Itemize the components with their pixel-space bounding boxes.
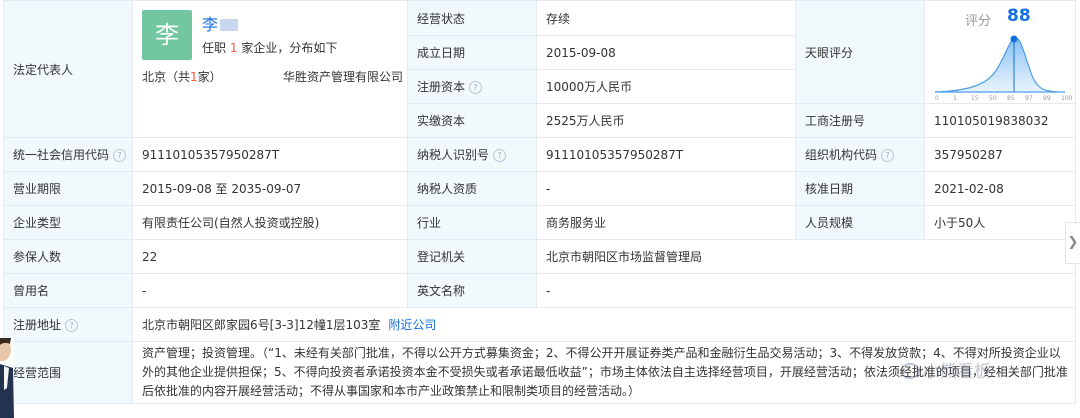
term-label: 营业期限 [3, 171, 133, 206]
org-code-label: 组织机构代码? [795, 137, 925, 172]
legal-rep-avatar[interactable]: 李 [142, 9, 192, 60]
avatar-photo-fragment [0, 338, 14, 418]
taxpayer-id-label: 纳税人识别号? [407, 137, 537, 172]
tianyan-score-chart[interactable]: 评分 88 0 1 15 50 85 97 99 100 [924, 0, 1076, 104]
question-circle-icon[interactable]: ? [469, 81, 483, 94]
org-code-value: 357950287 [924, 137, 1076, 172]
legal-rep-label: 法定代表人 [3, 0, 133, 138]
industry-label: 行业 [407, 205, 537, 240]
address-label: 注册地址? [3, 307, 133, 342]
tianyan-score-label: 天眼评分 [795, 0, 925, 104]
paid-capital-value: 2525万人民币 [536, 103, 796, 138]
company-type-label: 企业类型 [3, 205, 133, 240]
status-value: 存续 [536, 0, 796, 36]
score-tick-label: 99 [1043, 95, 1051, 102]
question-circle-icon[interactable]: ? [493, 149, 507, 162]
reg-capital-value: 10000万人民币 [536, 69, 796, 104]
taxpayer-id-value: 91110105357950287T [536, 137, 796, 172]
english-name-label: 英文名称 [407, 273, 537, 308]
name-redaction [220, 18, 239, 31]
score-distribution-curve: 0 1 15 50 85 97 99 100 [934, 35, 1073, 102]
taxpayer-qual-label: 纳税人资质 [407, 171, 537, 206]
question-circle-icon[interactable]: ? [881, 149, 895, 162]
score-tick-label: 0 [935, 95, 939, 102]
scope-value: 资产管理；投资管理。（“1、未经有关部门批准，不得以公开方式募集资金；2、不得公… [132, 341, 1076, 404]
score-tick-label: 50 [989, 95, 997, 102]
nearby-companies-link[interactable]: 附近公司 [388, 318, 436, 332]
address-value: 北京市朝阳区郎家园6号[3-3]12幢1层103室 附近公司 [132, 307, 1076, 342]
biz-reg-no-value: 110105019838032 [924, 103, 1076, 138]
score-tick-label: 15 [971, 95, 979, 102]
legal-rep-company-link[interactable]: 华胜资产管理有限公司 [283, 68, 403, 85]
insured-label: 参保人数 [3, 239, 133, 274]
reg-authority-value: 北京市朝阳区市场监督管理局 [536, 239, 1076, 274]
approval-date-value: 2021-02-08 [924, 171, 1076, 206]
company-info-table: 法定代表人 李 李 任职 1 家企业，分布如下 北京（共1家） 华胜资产管理有限… [3, 0, 1076, 404]
credit-code-label: 统一社会信用代码? [3, 137, 133, 172]
question-circle-icon[interactable]: ? [65, 319, 79, 332]
legal-rep-cell: 李 李 任职 1 家企业，分布如下 北京（共1家） 华胜资产管理有限公司 [132, 0, 408, 138]
legal-rep-positions: 任职 1 家企业，分布如下 [202, 40, 338, 55]
biz-reg-no-label: 工商注册号 [795, 103, 925, 138]
score-tick-label: 85 [1007, 95, 1015, 102]
founded-label: 成立日期 [407, 35, 537, 70]
taxpayer-qual-value: - [536, 171, 796, 206]
scope-label: 经营范围 [3, 341, 133, 404]
staff-size-label: 人员规模 [795, 205, 925, 240]
paid-capital-label: 实缴资本 [407, 103, 537, 138]
founded-value: 2015-09-08 [536, 35, 796, 70]
industry-value: 商务服务业 [536, 205, 796, 240]
insured-value: 22 [132, 239, 408, 274]
question-circle-icon[interactable]: ? [113, 149, 127, 162]
score-marker [1010, 35, 1018, 43]
term-value: 2015-09-08 至 2035-09-07 [132, 171, 408, 206]
legal-rep-name[interactable]: 李 [202, 11, 239, 35]
credit-code-value: 91110105357950287T [132, 137, 408, 172]
score-tick-label: 97 [1025, 95, 1033, 102]
status-label: 经营状态 [407, 0, 537, 36]
approval-date-label: 核准日期 [795, 171, 925, 206]
reg-capital-label: 注册资本? [407, 69, 537, 104]
reg-authority-label: 登记机关 [407, 239, 537, 274]
score-tick-label: 100 [1061, 95, 1073, 102]
staff-size-value: 小于50人 [924, 205, 1076, 240]
legal-rep-distribution: 北京（共1家） [142, 69, 222, 84]
score-tick-label: 1 [953, 95, 957, 102]
former-name-value: - [132, 273, 408, 308]
english-name-value: - [536, 273, 1076, 308]
former-name-label: 曾用名 [3, 273, 133, 308]
company-type-value: 有限责任公司(自然人投资或控股) [132, 205, 408, 240]
chevron-right-icon[interactable]: ❯ [1065, 222, 1080, 264]
